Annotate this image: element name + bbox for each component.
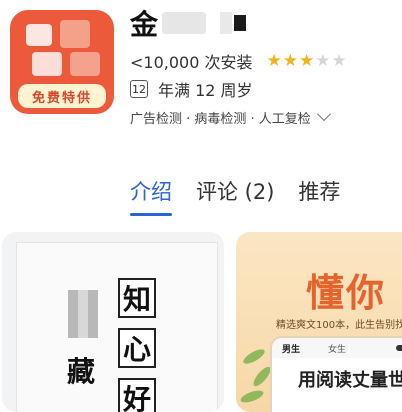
phone-tab-female: 女生: [328, 344, 347, 355]
tab-intro[interactable]: 介绍: [130, 176, 172, 216]
star-empty-icon: ★: [331, 50, 347, 71]
phone-mockup: 男生 女生 用阅读丈量世界: [270, 336, 402, 412]
app-title-row: 金: [130, 6, 247, 41]
tab-bar: 介绍 评论 (2) 推荐: [130, 176, 340, 216]
age-rating-text: 年满 12 周岁: [158, 81, 253, 100]
rating-stars: ★ ★ ★ ★ ★: [266, 50, 347, 71]
star-filled-icon: ★: [266, 50, 282, 71]
vertical-text-left: 藏: [64, 290, 98, 388]
screenshot-subtitle: 精选爽文100本，此生告别找书: [276, 320, 402, 331]
leaf-decoration: [239, 388, 265, 405]
screenshot-2[interactable]: 懂你 精选爽文100本，此生告别找书 男生 女生 用阅读丈量世界: [236, 232, 402, 412]
vertical-char: 知: [118, 278, 156, 318]
security-checks-label: 广告检测 · 病毒检测 · 人工复检: [130, 111, 311, 127]
app-title: 金: [130, 8, 159, 41]
install-count: <10,000 次安装: [130, 53, 253, 72]
phone-tab-male: 男生: [282, 344, 301, 355]
app-icon[interactable]: 免费特供: [10, 10, 114, 114]
vertical-text-right: 知 心 好: [118, 278, 156, 412]
vertical-char: 心: [118, 328, 156, 368]
star-filled-icon: ★: [298, 50, 315, 71]
leaf-decoration: [241, 346, 267, 367]
tab-recommend[interactable]: 推荐: [298, 176, 340, 206]
vertical-char: 好: [118, 378, 156, 412]
phone-tab-bar: 男生 女生: [272, 338, 402, 358]
chevron-down-icon[interactable]: [316, 106, 331, 122]
screenshot-frame: [16, 242, 218, 412]
phone-notch: [396, 345, 402, 351]
screenshot-1[interactable]: 藏 知 心 好: [2, 232, 224, 412]
phone-headline: 用阅读丈量世界: [298, 370, 402, 391]
redacted-title-part: [220, 12, 233, 34]
age-rating-badge: 12: [130, 80, 148, 98]
screenshot-title: 懂你: [306, 270, 387, 315]
tab-reviews[interactable]: 评论 (2): [196, 176, 274, 206]
security-checks[interactable]: 广告检测 · 病毒检测 · 人工复检: [130, 106, 331, 128]
age-row: 12 年满 12 周岁: [130, 78, 253, 100]
star-filled-icon: ★: [282, 50, 298, 71]
icon-banner: 免费特供: [18, 84, 106, 108]
redacted-title-part: [234, 15, 247, 31]
vertical-char: 藏: [66, 355, 95, 388]
pixelated-text: [68, 290, 98, 338]
app-logo-glyphs: [16, 18, 108, 80]
redacted-title-part: [162, 12, 207, 34]
star-empty-icon: ★: [315, 50, 331, 71]
installs-row: <10,000 次安装 ★ ★ ★ ★ ★: [130, 50, 347, 72]
